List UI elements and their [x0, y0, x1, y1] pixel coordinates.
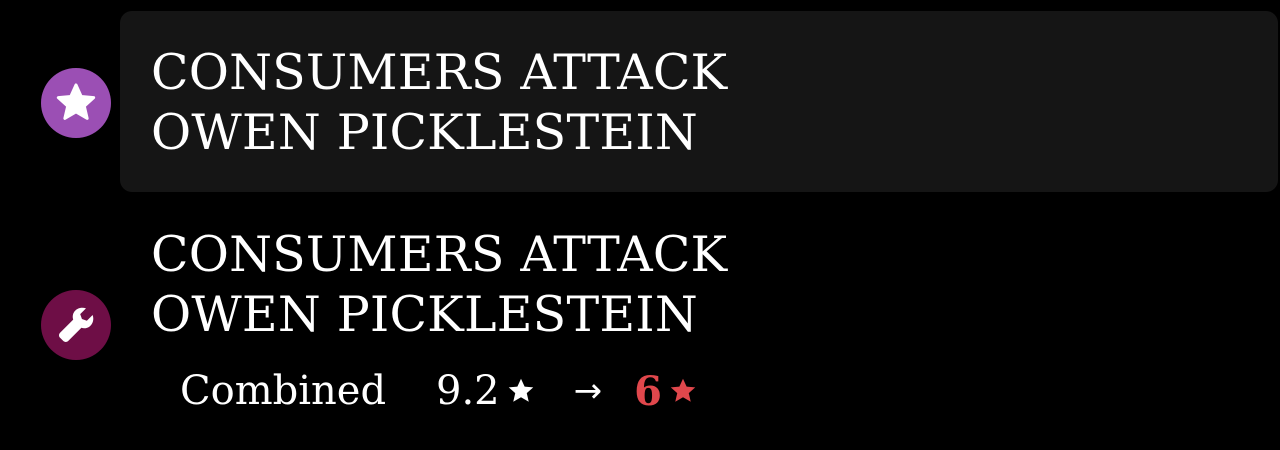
- rating-label: Combined: [180, 368, 387, 414]
- entry-title-line-1: CONSUMERS ATTACK: [151, 226, 728, 283]
- entry-title: CONSUMERS ATTACK OWEN PICKLESTEIN: [151, 225, 727, 345]
- entry-title: CONSUMERS ATTACK OWEN PICKLESTEIN: [151, 43, 727, 163]
- rating-star-icon: [508, 378, 533, 402]
- new-rating: 6: [634, 368, 698, 415]
- old-rating-value: 9.2: [436, 368, 500, 414]
- favorite-badge: [41, 68, 111, 138]
- rating-star-icon: [670, 378, 696, 402]
- entry-title-line-2: OWEN PICKLESTEIN: [151, 104, 698, 161]
- wrench-icon: [59, 307, 94, 342]
- old-rating: 9.2: [436, 368, 536, 414]
- new-rating-value: 6: [634, 367, 662, 415]
- tools-badge: [41, 290, 111, 360]
- rating-change-arrow: →: [573, 371, 603, 411]
- rating-change-row: Combined 9.2 → 6: [180, 366, 698, 416]
- entry-title-line-1: CONSUMERS ATTACK: [151, 44, 728, 101]
- star-icon: [56, 83, 96, 120]
- entry-title-line-2: OWEN PICKLESTEIN: [151, 286, 698, 343]
